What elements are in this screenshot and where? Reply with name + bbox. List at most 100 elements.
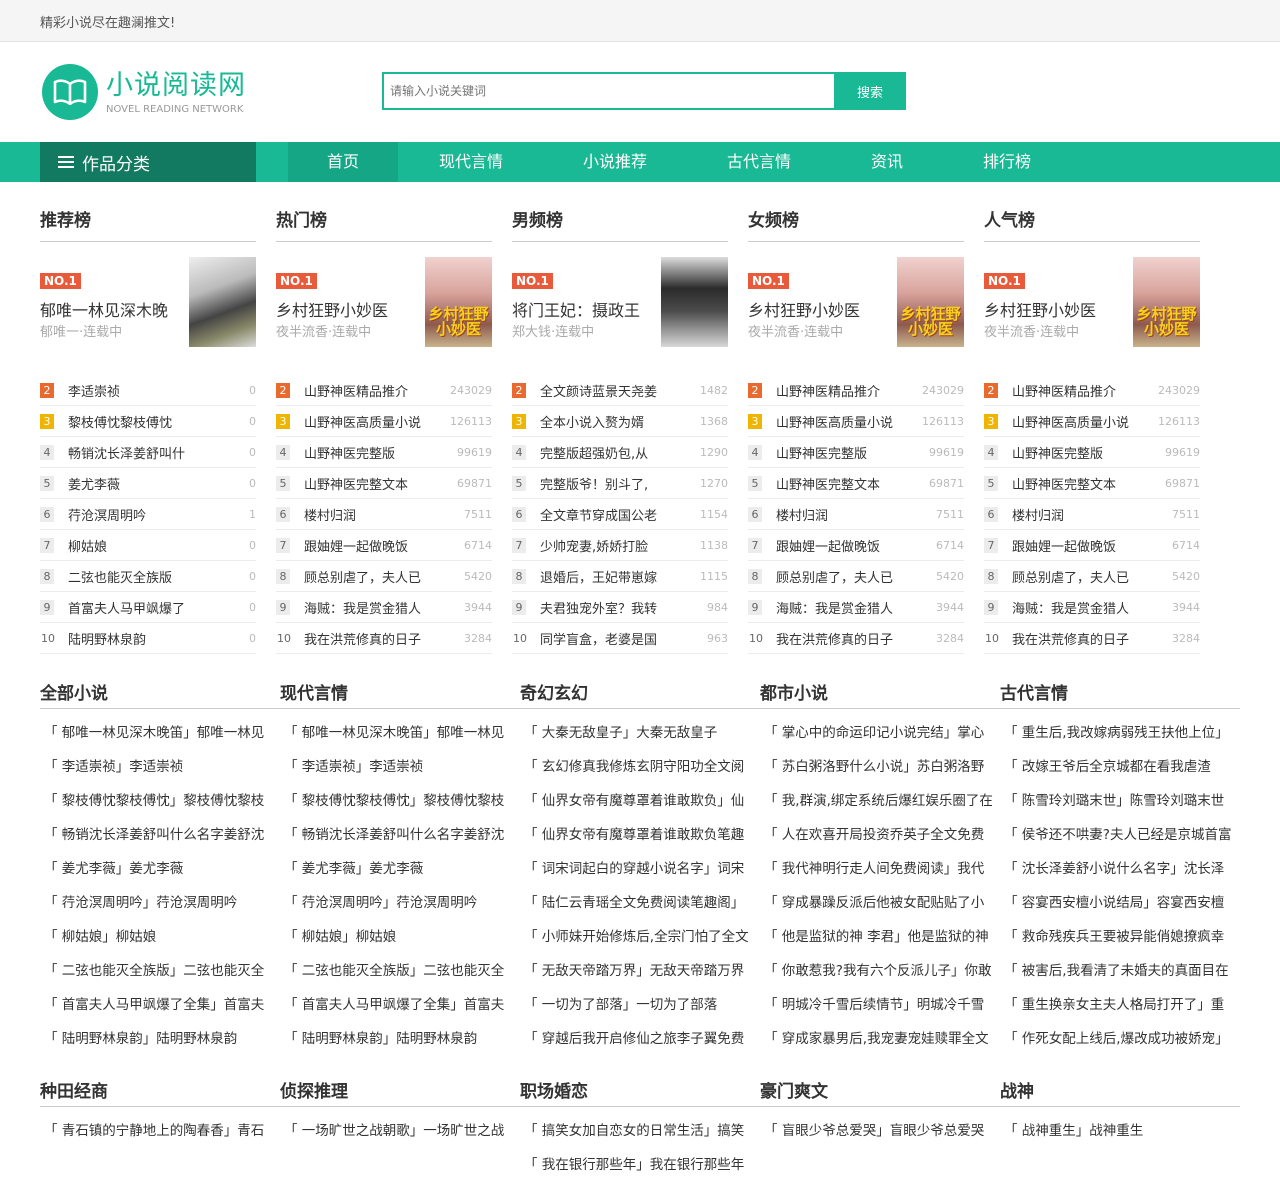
rank-row[interactable]: 5 山野神医完整文本 69871: [276, 468, 492, 499]
category-book-link[interactable]: 「 穿成暴躁反派后他被女配贴贴了小: [764, 886, 996, 920]
rank-row[interactable]: 4 山野神医完整版 99619: [276, 437, 492, 468]
category-book-link[interactable]: 「 二弦也能灭全族版」二弦也能灭全: [284, 954, 516, 988]
rank-row[interactable]: 10 我在洪荒修真的日子 3284: [748, 623, 964, 654]
book-cover[interactable]: 乡村狂野小妙医: [1133, 257, 1200, 347]
category-book-link[interactable]: 「 李适崇祯」李适崇祯: [44, 750, 276, 784]
rank-row[interactable]: 7 柳姑娘 0: [40, 530, 256, 561]
rank-book-title[interactable]: 我在洪荒修真的日子: [1012, 629, 1156, 648]
rank-row[interactable]: 2 山野神医精品推介 243029: [276, 375, 492, 406]
rank-book-title[interactable]: 顾总别虐了，夫人已: [304, 567, 448, 586]
rank-book-title[interactable]: 荇沧溟周明吟: [68, 505, 212, 524]
category-book-link[interactable]: 「 被害后,我看清了未婚夫的真面目在: [1004, 954, 1236, 988]
category-menu-button[interactable]: 作品分类: [40, 142, 256, 182]
category-book-link[interactable]: 「 一切为了部落」一切为了部落: [524, 988, 756, 1022]
category-book-link[interactable]: 「 救命残疾兵王要被异能俏媳撩疯幸: [1004, 920, 1236, 954]
rank-book-title[interactable]: 全本小说入赘为婿: [540, 412, 684, 431]
category-book-link[interactable]: 「 明城冷千雪后续情节」明城冷千雪: [764, 988, 996, 1022]
rank-row[interactable]: 6 全文章节穿成国公老 1154: [512, 499, 728, 530]
search-input[interactable]: [382, 72, 834, 110]
rank-row[interactable]: 8 二弦也能灭全族版 0: [40, 561, 256, 592]
book-cover[interactable]: 乡村狂野小妙医: [425, 257, 492, 347]
category-book-link[interactable]: 「 荇沧溟周明吟」荇沧溟周明吟: [284, 886, 516, 920]
rank-top-book[interactable]: NO.1 乡村狂野小妙医 夜半流香·连载中 乡村狂野小妙医: [748, 257, 964, 361]
category-book-link[interactable]: 「 郁唯一林见深木晚笛」郁唯一林见: [44, 716, 276, 750]
rank-book-title[interactable]: 完整版爷！别斗了,: [540, 474, 684, 493]
rank-book-title[interactable]: 首富夫人马甲飒爆了: [68, 598, 212, 617]
rank-book-title[interactable]: 山野神医完整版: [776, 443, 920, 462]
rank-row[interactable]: 10 我在洪荒修真的日子 3284: [276, 623, 492, 654]
rank-row[interactable]: 2 山野神医精品推介 243029: [984, 375, 1200, 406]
rank-book-title[interactable]: 海贼：我是赏金猎人: [304, 598, 448, 617]
category-book-link[interactable]: 「 盲眼少爷总爱哭」盲眼少爷总爱哭: [764, 1114, 996, 1148]
rank-row[interactable]: 6 楼村归润 7511: [748, 499, 964, 530]
category-book-link[interactable]: 「 他是监狱的神 李君」他是监狱的神: [764, 920, 996, 954]
rank-book-title[interactable]: 姜尤李薇: [68, 474, 212, 493]
rank-book-title[interactable]: 顾总别虐了，夫人已: [776, 567, 920, 586]
rank-row[interactable]: 5 山野神医完整文本 69871: [984, 468, 1200, 499]
rank-row[interactable]: 9 海贼：我是赏金猎人 3944: [984, 592, 1200, 623]
rank-row[interactable]: 3 山野神医高质量小说 126113: [984, 406, 1200, 437]
rank-book-title[interactable]: 我在洪荒修真的日子: [304, 629, 448, 648]
rank-book-title[interactable]: 陆明野林泉韵: [68, 629, 212, 648]
nav-item-ancient-romance[interactable]: 古代言情: [704, 142, 814, 182]
nav-item-recommend[interactable]: 小说推荐: [560, 142, 670, 182]
category-title[interactable]: 战神: [1000, 1077, 1034, 1102]
rank-book-title[interactable]: 山野神医高质量小说: [1012, 412, 1156, 431]
rank-book-title[interactable]: 柳姑娘: [68, 536, 212, 555]
category-title[interactable]: 都市小说: [760, 679, 828, 704]
category-book-link[interactable]: 「 作死女配上线后,爆改成功被娇宠」: [1004, 1022, 1236, 1056]
rank-book-title[interactable]: 完整版超强奶包,从: [540, 443, 684, 462]
site-logo[interactable]: 小说阅读网 NOVEL READING NETWORK: [42, 64, 246, 120]
book-cover[interactable]: [661, 257, 728, 347]
rank-book-title[interactable]: 跟妯娌一起做晚饭: [776, 536, 920, 555]
rank-row[interactable]: 7 少帅宠妻,娇娇打脸 1138: [512, 530, 728, 561]
rank-top-book[interactable]: NO.1 郁唯一林见深木晚 郁唯一·连载中: [40, 257, 256, 361]
category-book-link[interactable]: 「 搞笑女加自恋女的日常生活」搞笑: [524, 1114, 756, 1148]
category-book-link[interactable]: 「 仙界女帝有魔尊罩着谁敢欺负」仙: [524, 784, 756, 818]
category-book-link[interactable]: 「 姜尤李薇」姜尤李薇: [284, 852, 516, 886]
category-book-link[interactable]: 「 小师妹开始修炼后,全宗门怕了全文: [524, 920, 756, 954]
rank-row[interactable]: 7 跟妯娌一起做晚饭 6714: [984, 530, 1200, 561]
rank-book-title[interactable]: 山野神医完整版: [1012, 443, 1156, 462]
rank-book-title[interactable]: 山野神医完整版: [304, 443, 448, 462]
rank-book-title[interactable]: 山野神医精品推介: [1012, 381, 1156, 400]
category-book-link[interactable]: 「 穿成家暴男后,我宠妻宠娃赎罪全文: [764, 1022, 996, 1056]
top-book-title[interactable]: 郁唯一林见深木晚: [40, 297, 168, 321]
top-book-title[interactable]: 乡村狂野小妙医: [276, 297, 388, 321]
category-book-link[interactable]: 「 姜尤李薇」姜尤李薇: [44, 852, 276, 886]
rank-row[interactable]: 3 黎枝傅忱黎枝傅忱 0: [40, 406, 256, 437]
rank-row[interactable]: 8 顾总别虐了，夫人已 5420: [984, 561, 1200, 592]
rank-row[interactable]: 7 跟妯娌一起做晚饭 6714: [276, 530, 492, 561]
nav-item-news[interactable]: 资讯: [832, 142, 942, 182]
rank-top-book[interactable]: NO.1 将门王妃：摄政王 郑大钱·连载中: [512, 257, 728, 361]
category-book-link[interactable]: 「 重生换亲女主夫人格局打开了」重: [1004, 988, 1236, 1022]
rank-row[interactable]: 5 山野神医完整文本 69871: [748, 468, 964, 499]
rank-row[interactable]: 6 荇沧溟周明吟 1: [40, 499, 256, 530]
rank-book-title[interactable]: 全文章节穿成国公老: [540, 505, 684, 524]
category-book-link[interactable]: 「 二弦也能灭全族版」二弦也能灭全: [44, 954, 276, 988]
category-book-link[interactable]: 「 郁唯一林见深木晚笛」郁唯一林见: [284, 716, 516, 750]
rank-book-title[interactable]: 山野神医精品推介: [776, 381, 920, 400]
rank-row[interactable]: 8 顾总别虐了，夫人已 5420: [748, 561, 964, 592]
rank-book-title[interactable]: 退婚后，王妃带崽嫁: [540, 567, 684, 586]
rank-book-title[interactable]: 山野神医高质量小说: [304, 412, 448, 431]
book-cover[interactable]: 乡村狂野小妙医: [897, 257, 964, 347]
rank-row[interactable]: 6 楼村归润 7511: [276, 499, 492, 530]
category-book-link[interactable]: 「 重生后,我改嫁病弱残王扶他上位」: [1004, 716, 1236, 750]
category-title[interactable]: 种田经商: [40, 1077, 108, 1102]
rank-row[interactable]: 2 全文颜诗蓝景天尧姜 1482: [512, 375, 728, 406]
rank-row[interactable]: 9 海贼：我是赏金猎人 3944: [748, 592, 964, 623]
category-book-link[interactable]: 「 畅销沈长泽姜舒叫什么名字姜舒沈: [44, 818, 276, 852]
category-title[interactable]: 奇幻玄幻: [520, 679, 588, 704]
rank-row[interactable]: 10 同学盲盒，老婆是国 963: [512, 623, 728, 654]
rank-row[interactable]: 7 跟妯娌一起做晚饭 6714: [748, 530, 964, 561]
rank-row[interactable]: 10 陆明野林泉韵 0: [40, 623, 256, 654]
category-book-link[interactable]: 「 侯爷还不哄妻?夫人已经是京城首富: [1004, 818, 1236, 852]
rank-row[interactable]: 8 顾总别虐了，夫人已 5420: [276, 561, 492, 592]
category-book-link[interactable]: 「 无敌天帝踏万界」无敌天帝踏万界: [524, 954, 756, 988]
rank-book-title[interactable]: 少帅宠妻,娇娇打脸: [540, 536, 684, 555]
category-book-link[interactable]: 「 陆仁云青瑶全文免费阅读笔趣阁」: [524, 886, 756, 920]
rank-book-title[interactable]: 山野神医精品推介: [304, 381, 448, 400]
rank-book-title[interactable]: 山野神医完整文本: [304, 474, 448, 493]
category-title[interactable]: 古代言情: [1000, 679, 1068, 704]
